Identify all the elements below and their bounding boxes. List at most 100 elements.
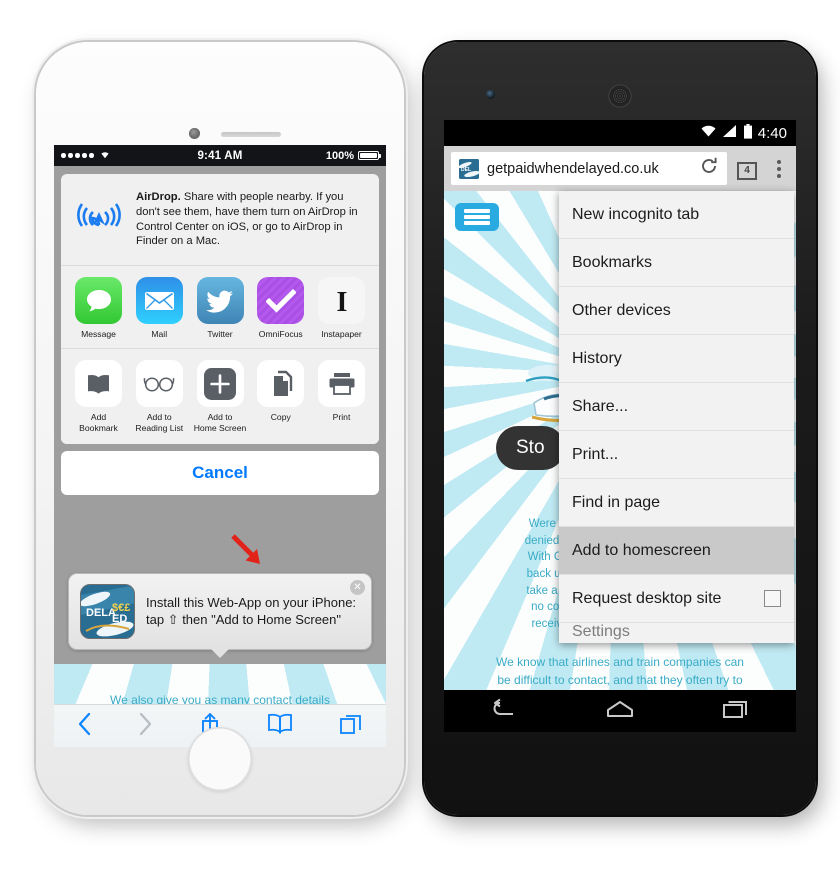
battery-icon — [358, 150, 382, 161]
svg-text:DEL: DEL — [461, 167, 471, 173]
bookmarks-book-icon[interactable] — [267, 713, 293, 740]
share-target-omnifocus[interactable]: OmniFocus — [253, 277, 308, 339]
tab-switcher-button[interactable]: 4 — [734, 155, 765, 183]
earpiece-speaker — [221, 132, 281, 137]
url-bar[interactable]: DEL getpaidwhendelayed.co.uk — [451, 152, 727, 185]
airdrop-icon — [74, 192, 124, 242]
action-label: Print — [332, 412, 351, 423]
menu-item-request-desktop-site[interactable]: Request desktop site — [559, 575, 794, 623]
menu-item-bookmarks[interactable]: Bookmarks — [559, 239, 794, 287]
share-target-label: Message — [81, 329, 116, 340]
book-icon — [75, 360, 122, 408]
site-hamburger-icon[interactable] — [455, 203, 499, 231]
svg-text:I: I — [336, 287, 347, 317]
android-navigation-bar — [444, 690, 796, 732]
menu-item-label: Request desktop site — [572, 589, 722, 607]
action-print[interactable]: Print — [314, 360, 369, 433]
instapaper-icon: I — [318, 277, 365, 325]
airdrop-section: AirDrop. Share with people nearby. If yo… — [61, 174, 379, 265]
earpiece-speaker — [608, 84, 632, 108]
front-camera-icon — [486, 90, 495, 99]
twitter-icon — [196, 277, 244, 325]
menu-item-label: Find in page — [572, 493, 661, 511]
android-recents-icon[interactable] — [722, 698, 752, 725]
share-target-label: Mail — [151, 329, 168, 340]
share-targets-row: Message Mail Twitter OmniFocus I Instapa… — [61, 266, 379, 349]
install-banner-message: Install this Web-App on your iPhone: tap… — [146, 594, 357, 627]
action-label: Add Bookmark — [79, 412, 118, 433]
printer-icon — [318, 360, 365, 408]
menu-item-label: New incognito tab — [572, 205, 700, 223]
android-device: 4:40 DEL getpaidwhendelayed.co.uk 4 Sto … — [424, 42, 816, 815]
chrome-overflow-menu: New incognito tab Bookmarks Other device… — [559, 191, 794, 643]
mail-icon — [135, 277, 183, 325]
battery-icon — [743, 123, 753, 143]
action-copy[interactable]: Copy — [253, 360, 308, 433]
menu-item-settings[interactable]: Settings — [559, 623, 794, 643]
page-cta-button[interactable]: Sto — [496, 426, 565, 470]
tabs-icon[interactable] — [339, 712, 363, 741]
share-target-label: Instapaper — [321, 329, 362, 340]
omnifocus-icon — [257, 277, 305, 325]
airdrop-title: AirDrop. — [136, 191, 181, 203]
share-target-label: OmniFocus — [258, 329, 303, 340]
glasses-icon — [135, 360, 183, 408]
delayed-app-icon: DELA $€£ ED — [80, 584, 135, 639]
red-arrow-icon — [230, 533, 264, 567]
copy-icon — [257, 360, 305, 408]
banner-pointer-tail — [211, 649, 229, 658]
airdrop-description: AirDrop. Share with people nearby. If yo… — [136, 188, 366, 249]
menu-item-label: Bookmarks — [572, 253, 653, 271]
action-label: Copy — [270, 412, 291, 423]
action-add-reading-list[interactable]: Add to Reading List — [132, 360, 187, 433]
site-favicon: DEL — [459, 158, 479, 179]
share-target-twitter[interactable]: Twitter — [193, 277, 248, 339]
reload-icon[interactable] — [699, 156, 719, 181]
action-add-to-home-screen[interactable]: Add to Home Screen — [193, 360, 248, 433]
android-status-bar: 4:40 — [444, 120, 796, 146]
menu-item-label: Other devices — [572, 301, 671, 319]
close-icon[interactable]: ✕ — [350, 580, 365, 595]
ios-clock: 9:41 AM — [197, 149, 243, 162]
back-chevron-icon[interactable] — [77, 712, 92, 741]
svg-text:ED: ED — [112, 613, 127, 625]
plus-square-icon — [196, 360, 244, 408]
screenshot-canvas: 9:41 AM 100% deserve. We also give you a… — [0, 0, 840, 895]
forward-chevron-icon — [138, 712, 153, 741]
menu-item-label: Add to homescreen — [572, 541, 711, 559]
android-home-icon[interactable] — [605, 699, 635, 724]
overflow-menu-icon[interactable] — [769, 159, 789, 178]
signal-icon — [722, 124, 738, 142]
action-label: Add to Reading List — [135, 412, 184, 433]
action-add-bookmark[interactable]: Add Bookmark — [71, 360, 126, 433]
menu-item-share[interactable]: Share... — [559, 383, 794, 431]
android-screen: 4:40 DEL getpaidwhendelayed.co.uk 4 Sto … — [444, 120, 796, 732]
menu-item-add-to-homescreen[interactable]: Add to homescreen — [559, 527, 794, 575]
install-webapp-banner: DELA $€£ ED Install this Web-App on your… — [68, 573, 372, 658]
android-clock: 4:40 — [757, 124, 787, 142]
front-camera-icon — [189, 128, 200, 139]
share-target-label: Twitter — [207, 329, 233, 340]
action-label: Add to Home Screen — [193, 412, 247, 433]
share-sheet-card: AirDrop. Share with people nearby. If yo… — [61, 174, 379, 445]
home-button[interactable] — [188, 727, 252, 791]
desktop-site-checkbox[interactable] — [764, 590, 781, 607]
share-target-mail[interactable]: Mail — [132, 277, 187, 339]
menu-item-new-incognito-tab[interactable]: New incognito tab — [559, 191, 794, 239]
message-icon — [75, 277, 122, 325]
iphone-screen: 9:41 AM 100% deserve. We also give you a… — [54, 145, 386, 747]
share-target-message[interactable]: Message — [71, 277, 126, 339]
android-back-icon[interactable] — [488, 698, 518, 725]
share-actions-row: Add Bookmark Add to Reading List Add to … — [61, 349, 379, 445]
chrome-omnibox: DEL getpaidwhendelayed.co.uk 4 — [444, 146, 796, 191]
cancel-button[interactable]: Cancel — [61, 451, 379, 496]
menu-item-label: Share... — [572, 397, 629, 415]
menu-item-print[interactable]: Print... — [559, 431, 794, 479]
url-text: getpaidwhendelayed.co.uk — [487, 160, 659, 177]
share-target-instapaper[interactable]: I Instapaper — [314, 277, 369, 339]
menu-item-find-in-page[interactable]: Find in page — [559, 479, 794, 527]
menu-item-label: History — [572, 349, 622, 367]
menu-item-other-devices[interactable]: Other devices — [559, 287, 794, 335]
ios-status-bar: 9:41 AM 100% — [54, 145, 386, 166]
menu-item-history[interactable]: History — [559, 335, 794, 383]
